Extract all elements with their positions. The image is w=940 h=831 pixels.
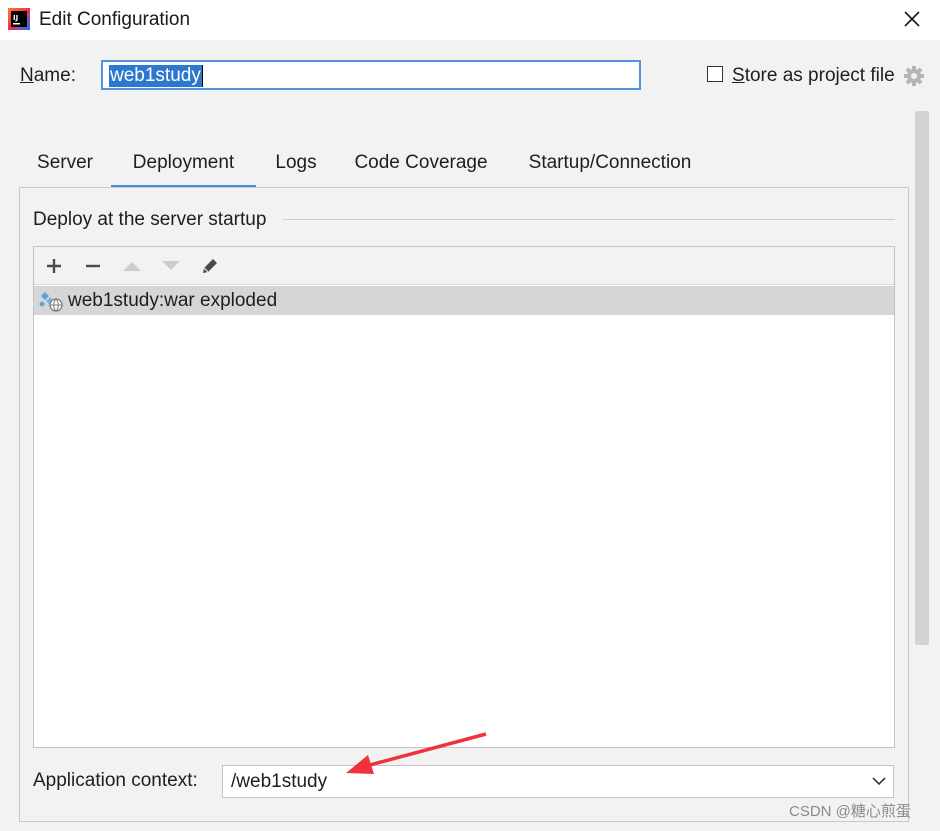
name-label-rest: ame: <box>33 65 76 86</box>
gear-icon[interactable] <box>903 65 925 87</box>
chevron-down-icon[interactable] <box>870 773 888 789</box>
artifact-list[interactable] <box>33 246 895 748</box>
section-title: Deploy at the server startup <box>33 209 267 230</box>
store-label-rest: tore as project file <box>744 65 895 86</box>
tab-logs[interactable]: Logs <box>263 150 329 188</box>
svg-text:IJ: IJ <box>13 14 18 22</box>
name-label: Name: <box>20 64 76 88</box>
add-button[interactable] <box>41 253 67 279</box>
tab-startup-connection-label: Startup/Connection <box>528 152 692 173</box>
war-exploded-icon <box>39 292 63 312</box>
store-label-mnemonic: S <box>732 65 745 86</box>
tab-startup-connection[interactable]: Startup/Connection <box>512 150 708 188</box>
window-title: Edit Configuration <box>39 9 191 30</box>
application-context-label: Application context: <box>33 770 198 791</box>
name-input-value: web1study <box>109 65 202 87</box>
tab-server-label: Server <box>37 152 93 173</box>
store-as-project-file-label[interactable]: Store as project file <box>732 64 895 88</box>
remove-button[interactable] <box>80 253 106 279</box>
tab-server[interactable]: Server <box>26 150 104 188</box>
intellij-idea-icon: IJ <box>8 8 30 30</box>
close-button[interactable] <box>896 2 928 36</box>
move-down-icon <box>162 261 180 270</box>
tab-code-coverage-label: Code Coverage <box>354 152 488 173</box>
move-up-button[interactable] <box>119 253 145 279</box>
watermark: CSDN @糖心煎蛋 <box>789 803 911 820</box>
remove-icon <box>86 264 100 268</box>
move-up-icon <box>123 262 141 271</box>
close-icon <box>904 11 920 27</box>
application-context-value: /web1study <box>231 771 328 792</box>
text-caret <box>201 65 203 87</box>
tab-code-coverage[interactable]: Code Coverage <box>343 150 499 188</box>
move-down-button[interactable] <box>158 253 184 279</box>
section-divider <box>283 219 895 220</box>
tab-deployment-label: Deployment <box>132 152 235 173</box>
tab-logs-label: Logs <box>275 152 317 173</box>
edit-button[interactable] <box>197 253 223 279</box>
add-icon <box>47 259 61 273</box>
artifact-label: web1study:war exploded <box>68 290 278 311</box>
edit-icon <box>203 259 217 273</box>
tab-deployment[interactable]: Deployment <box>111 150 256 188</box>
name-label-mnemonic: N <box>20 65 34 86</box>
scrollbar-thumb[interactable] <box>915 111 929 645</box>
name-input[interactable]: web1study <box>101 60 641 90</box>
store-as-project-file-checkbox[interactable] <box>707 66 723 82</box>
